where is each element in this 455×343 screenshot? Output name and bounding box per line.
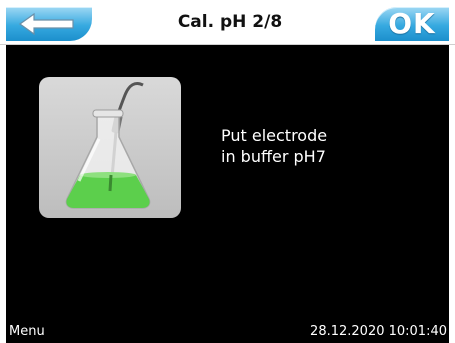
header-bar: Cal. pH 2/8 OK — [0, 0, 455, 45]
instruction-line-2: in buffer pH7 — [221, 147, 326, 166]
menu-button[interactable]: Menu — [9, 324, 45, 339]
main-panel: Put electrode in buffer pH7 — [6, 45, 449, 321]
status-bar-background: Menu 28.12.2020 10:01:40 — [6, 321, 449, 343]
electrode-in-flask-icon — [65, 81, 151, 209]
status-bar: Menu 28.12.2020 10:01:40 — [0, 321, 455, 343]
page-title: Cal. pH 2/8 — [177, 12, 283, 32]
instruction-line-1: Put electrode — [221, 126, 328, 145]
calibration-screen: Cal. pH 2/8 OK Put electrode in buffer p… — [0, 0, 455, 343]
ok-button[interactable]: OK — [375, 7, 449, 41]
datetime-label: 28.12.2020 10:01:40 — [310, 324, 447, 339]
arrow-left-icon — [18, 13, 74, 35]
flask-illustration — [39, 77, 181, 218]
back-button[interactable] — [6, 7, 92, 41]
instruction-text: Put electrode in buffer pH7 — [221, 125, 327, 167]
